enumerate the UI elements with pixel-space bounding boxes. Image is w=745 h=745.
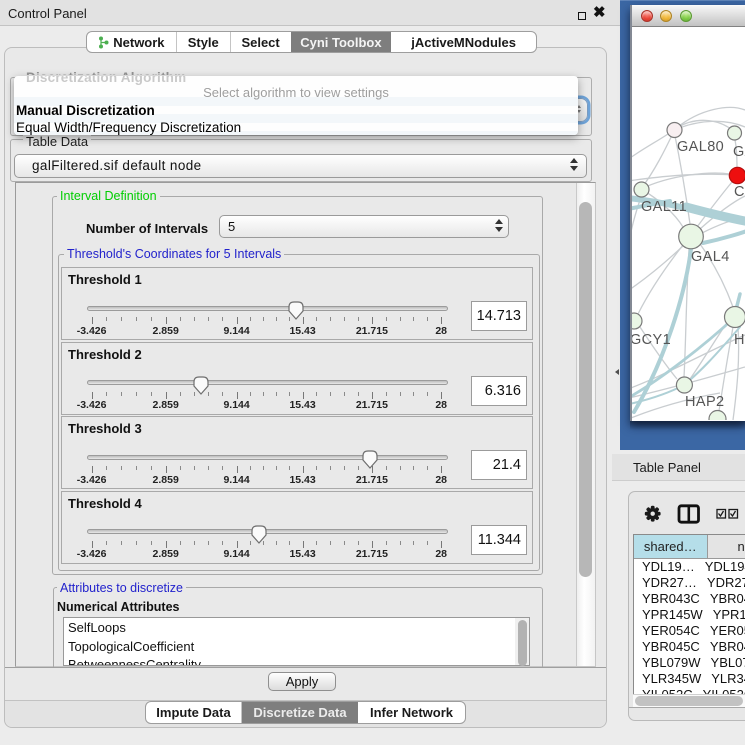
svg-text:GAL4: GAL4 bbox=[691, 249, 730, 265]
svg-text:HAP2: HAP2 bbox=[685, 394, 724, 410]
svg-text:CY: CY bbox=[734, 184, 745, 200]
svg-text:GAL11: GAL11 bbox=[641, 199, 687, 215]
svg-text:HA: HA bbox=[734, 332, 745, 348]
svg-text:GCY1: GCY1 bbox=[632, 332, 671, 348]
svg-text:GAL80: GAL80 bbox=[677, 139, 724, 155]
svg-text:GA: GA bbox=[733, 144, 745, 160]
